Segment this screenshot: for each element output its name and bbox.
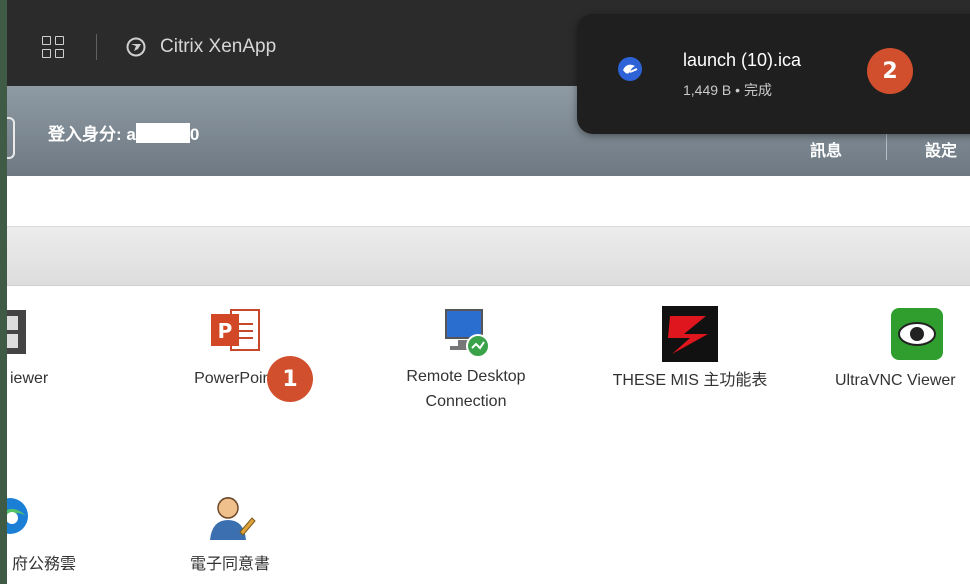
citrix-receiver-icon — [618, 57, 642, 81]
apps-grid-icon[interactable] — [42, 36, 64, 58]
app-remote-desktop[interactable]: Remote Desktop Connection — [376, 304, 556, 414]
app-label: Remote Desktop Connection — [406, 368, 526, 410]
svg-text:P: P — [218, 319, 233, 343]
toolbar-band — [0, 176, 970, 227]
app-label: UltraVNC Viewer — [835, 372, 956, 389]
download-status: 1,449 B • 完成 — [683, 82, 772, 98]
tab-title[interactable]: Citrix XenApp — [160, 36, 276, 58]
nav-messages[interactable]: 訊息 — [810, 137, 842, 161]
ultravnc-eye-icon — [891, 308, 943, 360]
tab-separator — [96, 34, 97, 60]
download-filename[interactable]: launch (10).ica — [683, 50, 801, 71]
app-label: 電子同意書 — [189, 556, 270, 573]
app-label: 府公務雲 — [12, 556, 77, 573]
download-notification[interactable]: launch (10).ica 1,449 B • 完成 2 — [577, 14, 970, 134]
redacted-username — [135, 123, 190, 143]
powerpoint-icon: P — [211, 309, 260, 351]
callout-badge-2: 2 — [867, 48, 913, 94]
these-mis-icon — [662, 306, 718, 362]
app-label: iewer — [10, 370, 49, 387]
app-label: THESE MIS 主功能表 — [612, 372, 768, 389]
remote-desktop-icon — [445, 309, 490, 358]
app-ultravnc[interactable]: UltraVNC Viewer — [835, 306, 970, 393]
nav-settings[interactable]: 設定 — [925, 137, 957, 161]
callout-badge-1: 1 — [267, 356, 313, 402]
left-window-edge — [0, 0, 7, 584]
nav-separator — [886, 130, 887, 160]
login-identity: 登入身分: a0 — [48, 123, 200, 144]
filter-band — [0, 227, 970, 286]
globe-icon — [126, 37, 146, 57]
header-edge-bracket — [7, 117, 15, 159]
user-pen-icon — [210, 497, 256, 540]
app-consent-form[interactable]: 電子同意書 — [160, 492, 300, 577]
app-these-mis[interactable]: THESE MIS 主功能表 — [600, 306, 780, 393]
